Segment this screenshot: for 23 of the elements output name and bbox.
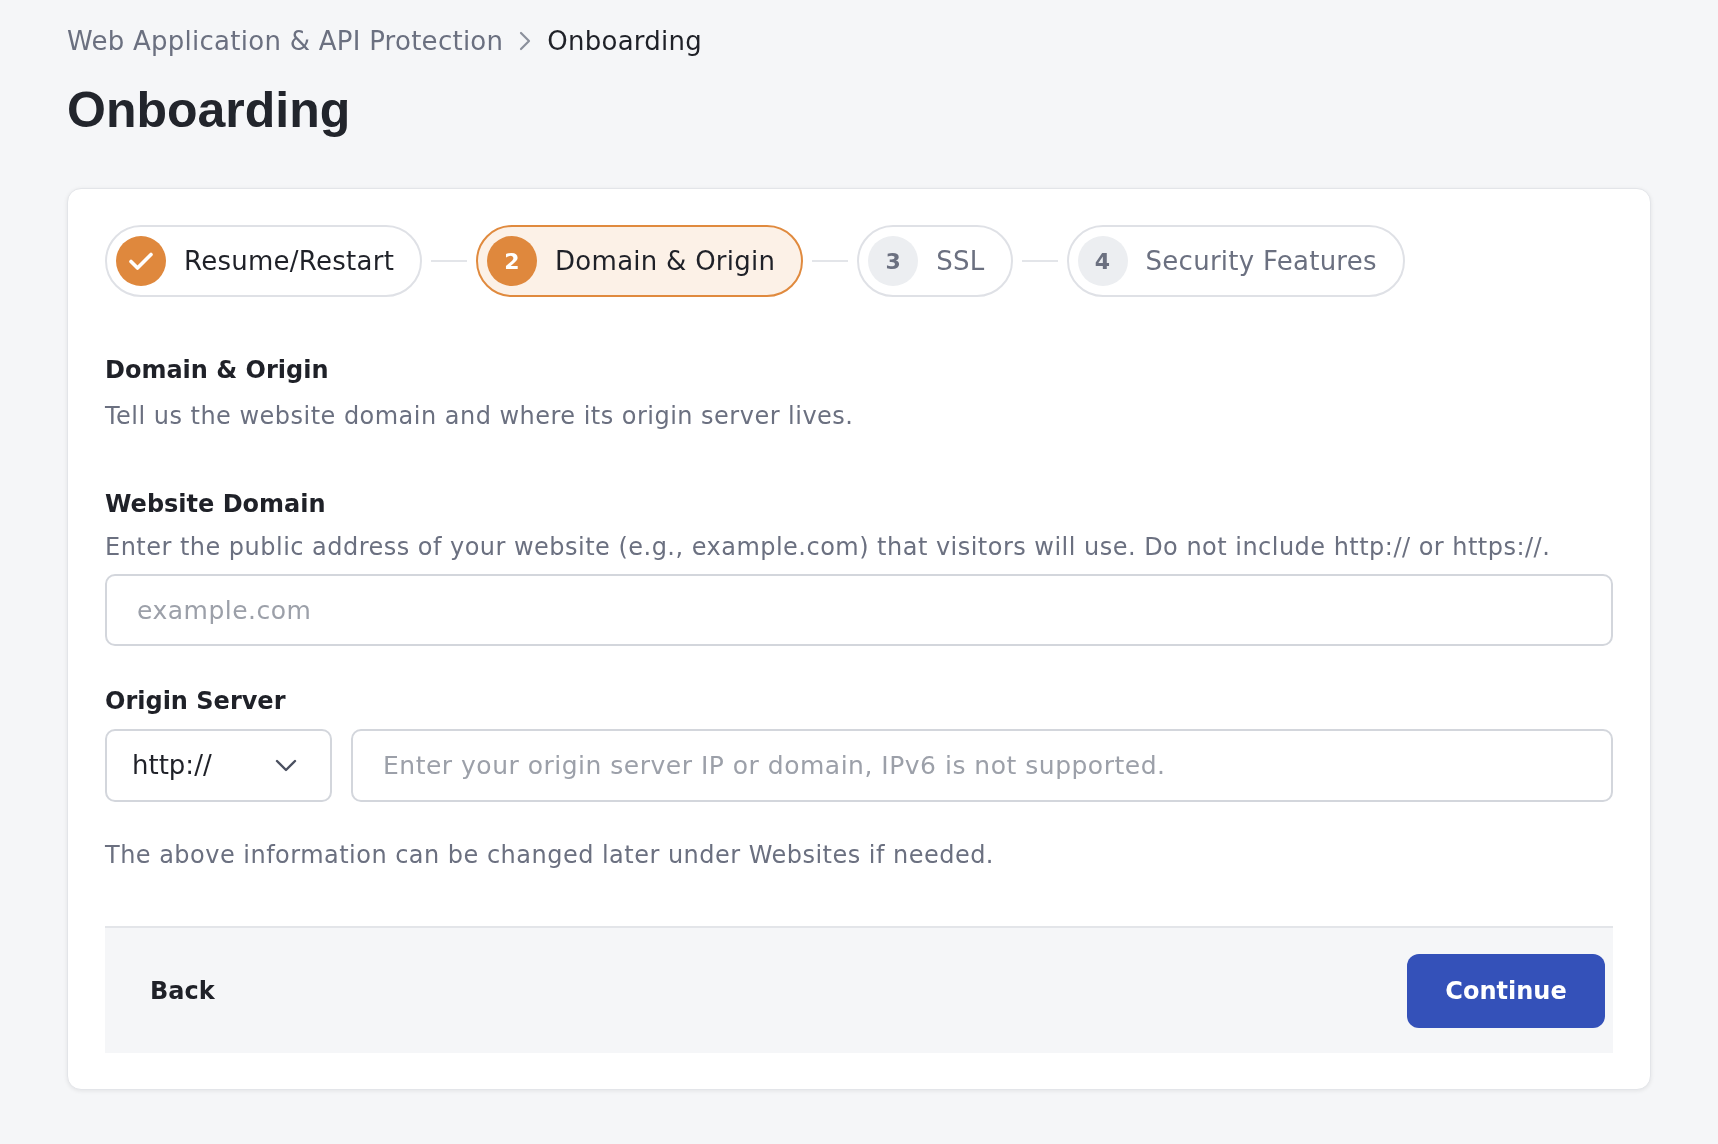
field-label: Website Domain [105,489,327,520]
chevron-right-icon [519,31,532,51]
domain-input[interactable]: example.com [105,574,1613,646]
step-number: 4 [1077,236,1128,286]
breadcrumb-current: Onboarding [547,24,703,58]
page-title: Onboarding [67,81,352,140]
step-number: 2 [487,236,538,286]
protocol-select[interactable]: http:// [105,729,332,802]
step-button[interactable]: 4 Security Features [1066,225,1405,297]
continue-button[interactable]: Continue [1407,953,1605,1028]
step-button[interactable]: 3 SSL [857,225,1013,297]
back-button[interactable]: Back [130,960,235,1021]
origin-server-input[interactable]: Enter your origin server IP or domain, IPv6 is not supported. [351,729,1613,802]
section-title: Domain & Origin [105,355,330,386]
info-note: The above information can be changed later under Websites if needed. [105,840,995,871]
field-help-text: Enter the public address of your website (e.g., example.com) that visitors will use. Do not include http:// or https://. [105,532,1552,563]
step-button[interactable]: 2 Domain & Origin [476,225,804,297]
field-label: Origin Server [105,686,287,717]
step-button[interactable]: Resume/Restart [105,225,423,297]
chevron-down-icon [275,759,297,772]
breadcrumb-link[interactable]: Web Application & API Protection [67,21,504,61]
step-number: 3 [868,236,919,286]
section-description: Tell us the website domain and where its origin server lives. [105,401,855,432]
